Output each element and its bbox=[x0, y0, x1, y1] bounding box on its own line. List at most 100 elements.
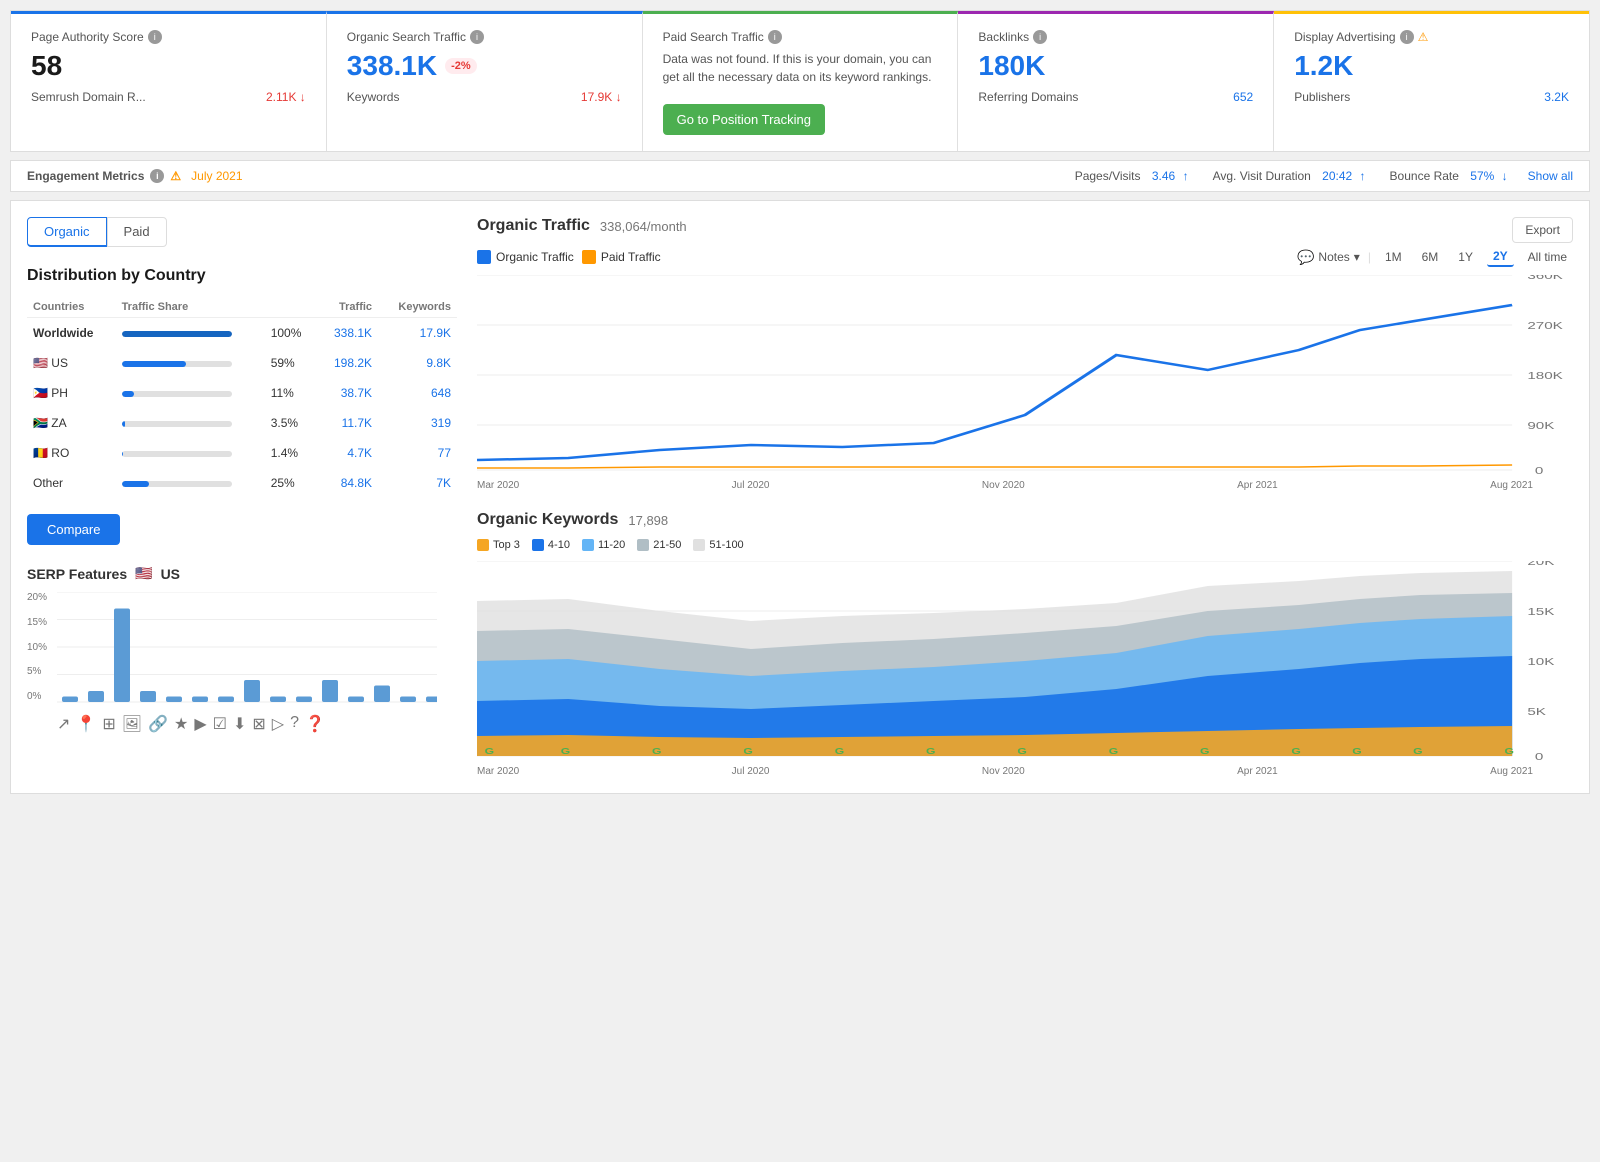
dist-keywords-4: 77 bbox=[378, 438, 457, 468]
svg-text:G: G bbox=[652, 748, 661, 757]
metric-title-paid: Paid Search Traffic i bbox=[663, 30, 938, 44]
svg-text:10K: 10K bbox=[1527, 656, 1555, 668]
dist-row-5: Other 25% 84.8K 7K bbox=[27, 468, 457, 498]
legend-paid-traffic[interactable]: Paid Traffic bbox=[582, 250, 661, 264]
tab-paid[interactable]: Paid bbox=[107, 217, 167, 247]
metric-sub-val-backlinks: 652 bbox=[1233, 90, 1253, 104]
dist-pct-3: 3.5% bbox=[265, 408, 317, 438]
time-btn-1m[interactable]: 1M bbox=[1379, 248, 1408, 266]
metric-title-organic: Organic Search Traffic i bbox=[347, 30, 622, 44]
notes-chevron: ▾ bbox=[1354, 250, 1360, 264]
keywords-x-labels: Mar 2020 Jul 2020 Nov 2020 Apr 2021 Aug … bbox=[477, 766, 1573, 777]
col-keywords: Keywords bbox=[378, 297, 457, 318]
dist-pct-2: 11% bbox=[265, 378, 317, 408]
dist-keywords-3: 319 bbox=[378, 408, 457, 438]
col-traffic-share: Traffic Share bbox=[116, 297, 265, 318]
label-top3: Top 3 bbox=[493, 539, 520, 551]
metric-title-display: Display Advertising i ⚠ bbox=[1294, 30, 1569, 44]
legend-21-50[interactable]: 21-50 bbox=[637, 539, 681, 551]
bounce-rate-value: 57% ↓ bbox=[1466, 169, 1507, 183]
legend-top3[interactable]: Top 3 bbox=[477, 539, 520, 551]
metric-sub-authority: Semrush Domain R... 2.11K ↓ bbox=[31, 90, 306, 104]
serp-features-title: SERP Features 🇺🇸 US bbox=[27, 565, 457, 582]
organic-keywords-section: Organic Keywords 17,898 Top 3 4-10 bbox=[477, 511, 1573, 777]
dist-country-5: Other bbox=[27, 468, 116, 498]
dist-bar-5 bbox=[116, 468, 265, 498]
svg-text:G: G bbox=[561, 748, 570, 757]
metric-organic-search: Organic Search Traffic i 338.1K -2% Keyw… bbox=[327, 11, 643, 151]
svg-text:G: G bbox=[1413, 748, 1422, 757]
dist-row-1: 🇺🇸 US 59% 198.2K 9.8K bbox=[27, 348, 457, 378]
pages-visits-value: 3.46 ↑ bbox=[1148, 169, 1189, 183]
metric-sub-val-authority: 2.11K ↓ bbox=[266, 90, 306, 104]
legend-organic-traffic[interactable]: Organic Traffic bbox=[477, 250, 574, 264]
dist-country-1: 🇺🇸 US bbox=[27, 348, 116, 378]
dist-bar-3 bbox=[116, 408, 265, 438]
organic-traffic-header: Organic Traffic 338,064/month bbox=[477, 217, 1573, 235]
col-countries: Countries bbox=[27, 297, 116, 318]
legend-51-100[interactable]: 51-100 bbox=[693, 539, 743, 551]
info-icon-authority[interactable]: i bbox=[148, 30, 162, 44]
keywords-chart: 20K 15K 10K 5K 0 G G G G G G G bbox=[477, 561, 1573, 777]
dist-traffic-4: 4.7K bbox=[317, 438, 378, 468]
metric-sub-backlinks: Referring Domains 652 bbox=[978, 90, 1253, 104]
dot-51-100 bbox=[693, 539, 705, 551]
organic-traffic-svg: 360K 270K 180K 90K 0 bbox=[477, 275, 1573, 475]
organic-traffic-subtitle: 338,064/month bbox=[600, 219, 687, 234]
metric-value-backlinks: 180K bbox=[978, 50, 1253, 82]
svg-text:G: G bbox=[835, 748, 844, 757]
warn-icon-engagement: ⚠ bbox=[170, 169, 181, 183]
avg-visit-duration-metric: Avg. Visit Duration 20:42 ↑ bbox=[1213, 169, 1366, 183]
label-4-10: 4-10 bbox=[548, 539, 570, 551]
metric-title-authority: Page Authority Score i bbox=[31, 30, 306, 44]
svg-text:20K: 20K bbox=[1527, 561, 1555, 567]
metric-sub-display: Publishers 3.2K bbox=[1294, 90, 1569, 104]
info-icon-display[interactable]: i bbox=[1400, 30, 1414, 44]
metric-sub-val-display: 3.2K bbox=[1544, 90, 1569, 104]
svg-text:5K: 5K bbox=[1527, 706, 1546, 718]
serp-icons-row: ↗ 📍 ⊞ 🖼 🔗 ★ ▶ ☑ ⬇ ⊠ ▷ ? ❓ bbox=[57, 710, 457, 734]
go-to-position-tracking-button[interactable]: Go to Position Tracking bbox=[663, 104, 825, 135]
serp-y-axis: 20% 15% 10% 5% 0% bbox=[27, 592, 47, 702]
svg-text:G: G bbox=[1505, 748, 1514, 757]
dist-row-4: 🇷🇴 RO 1.4% 4.7K 77 bbox=[27, 438, 457, 468]
svg-text:G: G bbox=[1352, 748, 1361, 757]
tabs: Organic Paid bbox=[27, 217, 457, 247]
keywords-legend: Top 3 4-10 11-20 21-50 bbox=[477, 539, 1573, 551]
info-icon-engagement[interactable]: i bbox=[150, 169, 164, 183]
export-button[interactable]: Export bbox=[1512, 217, 1573, 243]
time-btn-6m[interactable]: 6M bbox=[1416, 248, 1445, 266]
time-btn-all[interactable]: All time bbox=[1522, 248, 1573, 266]
warn-icon-display: ⚠ bbox=[1418, 30, 1429, 44]
serp-chart-container: 20% 15% 10% 5% 0% ↗ 📍 ⊞ 🖼 🔗 ★ ▶ ☑ ⬇ bbox=[57, 592, 457, 734]
right-panel: Organic Traffic 338,064/month Organic Tr… bbox=[477, 217, 1573, 777]
tab-organic[interactable]: Organic bbox=[27, 217, 107, 247]
svg-text:180K: 180K bbox=[1527, 370, 1563, 382]
keywords-header: Organic Keywords 17,898 bbox=[477, 511, 1573, 529]
svg-text:360K: 360K bbox=[1527, 275, 1563, 281]
metric-sub-val-organic: 17.9K ↓ bbox=[581, 90, 622, 104]
badge-organic: -2% bbox=[445, 58, 477, 74]
metric-sub-organic: Keywords 17.9K ↓ bbox=[347, 90, 622, 104]
keywords-svg: 20K 15K 10K 5K 0 G G G G G G G bbox=[477, 561, 1573, 761]
dist-keywords-1: 9.8K bbox=[378, 348, 457, 378]
svg-text:G: G bbox=[1291, 748, 1300, 757]
time-btn-1y[interactable]: 1Y bbox=[1452, 248, 1479, 266]
organic-traffic-controls: Organic Traffic Paid Traffic 💬 Notes ▾ bbox=[477, 247, 1573, 267]
info-icon-paid[interactable]: i bbox=[768, 30, 782, 44]
compare-button[interactable]: Compare bbox=[27, 514, 120, 545]
distribution-title: Distribution by Country bbox=[27, 267, 457, 285]
distribution-table: Countries Traffic Share Traffic Keywords… bbox=[27, 297, 457, 498]
time-btn-2y[interactable]: 2Y bbox=[1487, 247, 1514, 267]
dist-pct-0: 100% bbox=[265, 318, 317, 349]
info-icon-organic[interactable]: i bbox=[470, 30, 484, 44]
legend-4-10[interactable]: 4-10 bbox=[532, 539, 570, 551]
info-icon-backlinks[interactable]: i bbox=[1033, 30, 1047, 44]
show-all-link[interactable]: Show all bbox=[1528, 169, 1573, 183]
legend-11-20[interactable]: 11-20 bbox=[582, 539, 625, 551]
organic-traffic-chart: 360K 270K 180K 90K 0 Mar 2020 Jul 2020 N… bbox=[477, 275, 1573, 491]
dist-row-2: 🇵🇭 PH 11% 38.7K 648 bbox=[27, 378, 457, 408]
svg-text:G: G bbox=[926, 748, 935, 757]
notes-button[interactable]: 💬 Notes ▾ bbox=[1297, 249, 1360, 266]
svg-text:90K: 90K bbox=[1527, 420, 1555, 432]
